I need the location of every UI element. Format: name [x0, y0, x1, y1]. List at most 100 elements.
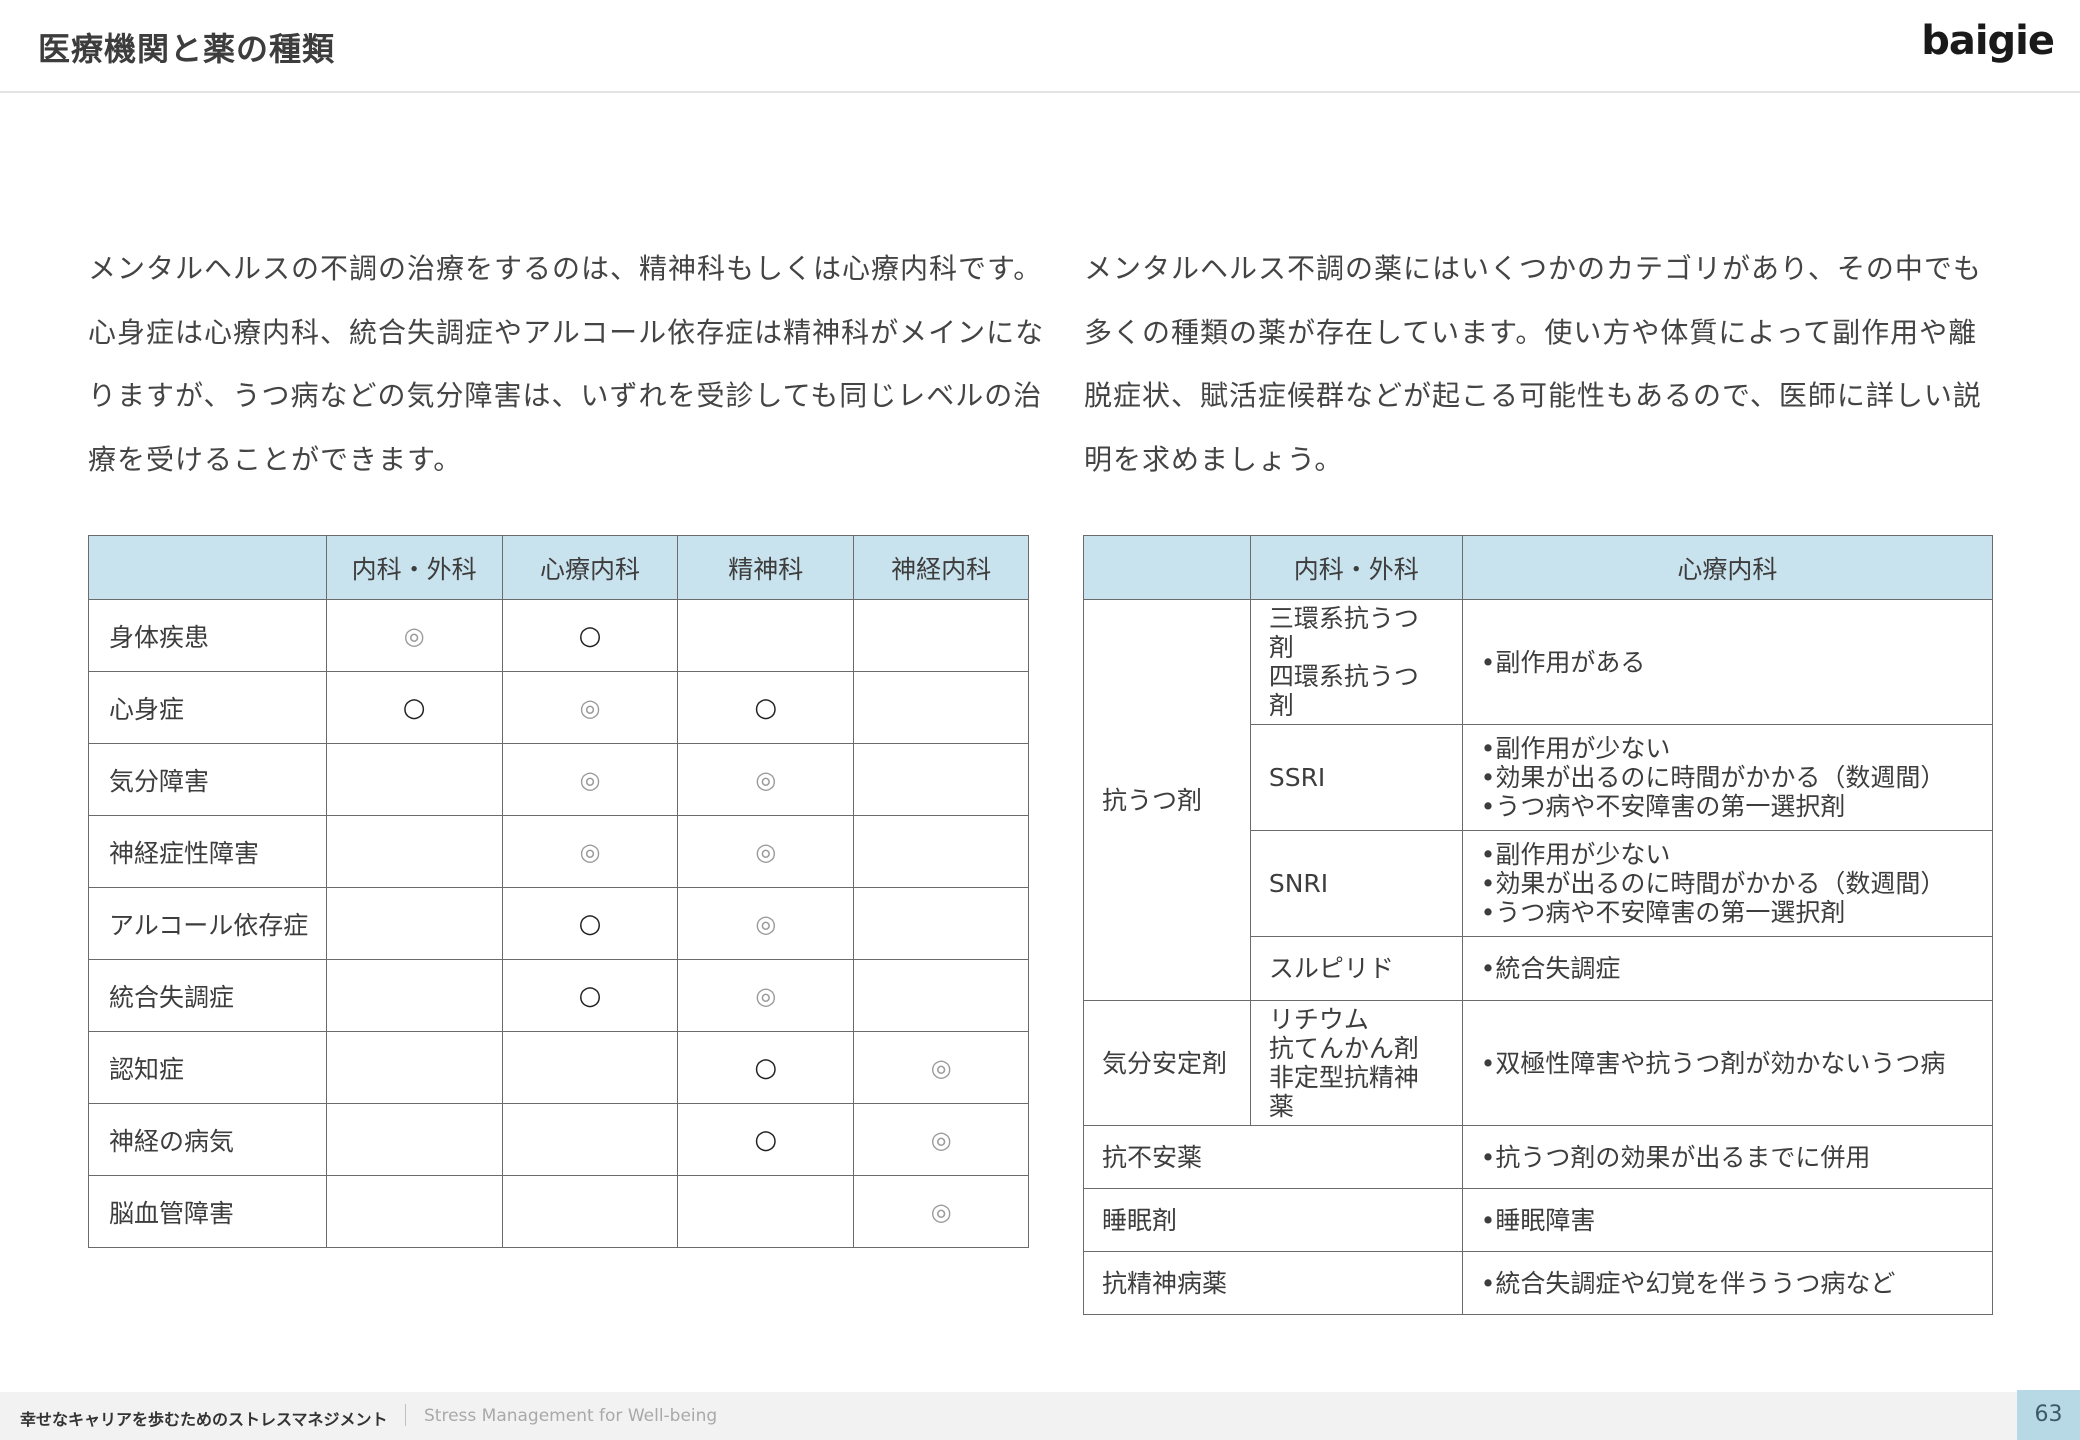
mark-cell: ◎: [853, 1175, 1029, 1248]
footer-title: 幸せなキャリアを歩むためのストレスマネジメント: [20, 1410, 388, 1429]
footer-subtitle: Stress Management for Well-being: [424, 1406, 718, 1426]
header-cell: 神経内科: [853, 535, 1029, 600]
note-item: 効果が出るのに時間がかかる（数週間）: [1481, 869, 1974, 898]
category-cell: 睡眠剤: [1083, 1188, 1463, 1252]
mark-cell: [853, 743, 1029, 816]
circle-mark: ○: [578, 620, 602, 651]
double-circle-mark: ◎: [755, 838, 777, 866]
mark-cell: ○: [501, 599, 679, 672]
mark-cell: [677, 1175, 855, 1248]
mark-cell: ◎: [501, 671, 679, 744]
table-row: 脳血管障害 ◎: [88, 1175, 1029, 1248]
mark-cell: [853, 887, 1029, 960]
row-label: 神経症性障害: [88, 815, 327, 888]
note-item: うつ病や不安障害の第一選択剤: [1481, 898, 1974, 927]
header-cell: 心療内科: [1461, 535, 1994, 600]
note-item: 副作用が少ない: [1481, 840, 1974, 869]
mark-cell: [501, 1175, 679, 1248]
medicine-name: 四環系抗うつ剤: [1268, 662, 1419, 720]
notes-cell: 副作用が少ない効果が出るのに時間がかかる（数週間）うつ病や不安障害の第一選択剤: [1461, 830, 1994, 937]
row-label: 神経の病気: [88, 1103, 327, 1176]
note-item: 副作用がある: [1481, 648, 1974, 677]
notes-cell: 睡眠障害: [1461, 1188, 1994, 1252]
circle-mark: ○: [754, 692, 778, 723]
note-item: 双極性障害や抗うつ剤が効かないうつ病: [1481, 1049, 1974, 1078]
medicine-name: 三環系抗うつ剤: [1268, 604, 1419, 662]
medicine-name: 抗てんかん剤: [1268, 1034, 1419, 1063]
mark-cell: [325, 743, 503, 816]
table-row: 神経症性障害 ◎ ◎: [88, 815, 1029, 888]
mark-cell: ◎: [853, 1103, 1029, 1176]
mark-cell: ○: [677, 1031, 855, 1104]
row-label: 身体疾患: [88, 599, 327, 672]
mark-cell: ◎: [677, 887, 855, 960]
mark-cell: ◎: [501, 815, 679, 888]
notes-cell: 双極性障害や抗うつ剤が効かないうつ病: [1461, 1000, 1994, 1126]
circle-mark: ○: [754, 1052, 778, 1083]
medicine-name-cell: スルピリド: [1249, 936, 1463, 1001]
mark-cell: ◎: [677, 815, 855, 888]
medicine-name: 非定型抗精神薬: [1268, 1063, 1419, 1121]
note-item: 抗うつ剤の効果が出るまでに併用: [1481, 1143, 1974, 1172]
table-row: 気分障害 ◎ ◎: [88, 743, 1029, 816]
notes-cell: 副作用が少ない効果が出るのに時間がかかる（数週間）うつ病や不安障害の第一選択剤: [1461, 724, 1994, 831]
header-cell: [1083, 535, 1251, 600]
mark-cell: ○: [325, 671, 503, 744]
row-label: 心身症: [88, 671, 327, 744]
mark-cell: [501, 1103, 679, 1176]
mark-cell: ◎: [677, 959, 855, 1032]
note-item: 統合失調症: [1481, 954, 1974, 983]
medicine-name: リチウム: [1268, 1005, 1369, 1034]
table-row: 統合失調症 ○ ◎: [88, 959, 1029, 1032]
brand-logo: baigie: [1921, 18, 2055, 64]
mark-cell: ◎: [325, 599, 503, 672]
double-circle-mark: ◎: [579, 766, 601, 794]
note-item: 副作用が少ない: [1481, 734, 1974, 763]
table-row: 気分安定剤リチウム抗てんかん剤非定型抗精神薬双極性障害や抗うつ剤が効かないうつ病: [1083, 1000, 1994, 1126]
mark-cell: [853, 599, 1029, 672]
note-item: 睡眠障害: [1481, 1206, 1974, 1235]
table-row: 抗不安薬抗うつ剤の効果が出るまでに併用: [1083, 1125, 1994, 1189]
mark-cell: ○: [501, 959, 679, 1032]
circle-mark: ○: [578, 908, 602, 939]
category-cell: 抗精神病薬: [1083, 1251, 1463, 1315]
double-circle-mark: ◎: [755, 766, 777, 794]
header-cell: 内科・外科: [325, 535, 503, 600]
mark-cell: [853, 671, 1029, 744]
mark-cell: ○: [677, 671, 855, 744]
circle-mark: ○: [578, 980, 602, 1011]
intro-right-paragraph: メンタルヘルス不調の薬にはいくつかのカテゴリがあり、その中でも多くの種類の薬が存…: [1084, 252, 1982, 476]
row-label: 脳血管障害: [88, 1175, 327, 1248]
table-row: 認知症 ○ ◎: [88, 1031, 1029, 1104]
intro-left-paragraph: メンタルヘルスの不調の治療をするのは、精神科もしくは心療内科です。心身症は心療内…: [88, 252, 1045, 476]
mark-cell: [677, 599, 855, 672]
double-circle-mark: ◎: [403, 622, 425, 650]
note-item: 統合失調症や幻覚を伴ううつ病など: [1481, 1269, 1974, 1298]
table-row: 身体疾患 ◎ ○: [88, 599, 1029, 672]
row-label: 認知症: [88, 1031, 327, 1104]
circle-mark: ○: [754, 1124, 778, 1155]
table-header-row: 内科・外科 心療内科 精神科 神経内科: [88, 535, 1029, 600]
mark-cell: ◎: [501, 743, 679, 816]
row-label: 統合失調症: [88, 959, 327, 1032]
header-cell: 精神科: [677, 535, 855, 600]
mark-cell: [325, 1175, 503, 1248]
table-row: 心身症 ○ ◎ ○: [88, 671, 1029, 744]
table-row: 睡眠剤睡眠障害: [1083, 1188, 1994, 1252]
mark-cell: [853, 815, 1029, 888]
mark-cell: ○: [677, 1103, 855, 1176]
row-label: アルコール依存症: [88, 887, 327, 960]
double-circle-mark: ◎: [930, 1054, 952, 1082]
header-cell: [88, 535, 327, 600]
medicine-name-cell: SSRI: [1249, 724, 1463, 831]
mark-cell: ○: [501, 887, 679, 960]
notes-cell: 統合失調症や幻覚を伴ううつ病など: [1461, 1251, 1994, 1315]
double-circle-mark: ◎: [579, 694, 601, 722]
mark-cell: ◎: [677, 743, 855, 816]
category-cell: 抗不安薬: [1083, 1125, 1463, 1189]
notes-cell: 抗うつ剤の効果が出るまでに併用: [1461, 1125, 1994, 1189]
double-circle-mark: ◎: [930, 1126, 952, 1154]
double-circle-mark: ◎: [579, 838, 601, 866]
row-label: 気分障害: [88, 743, 327, 816]
double-circle-mark: ◎: [755, 982, 777, 1010]
